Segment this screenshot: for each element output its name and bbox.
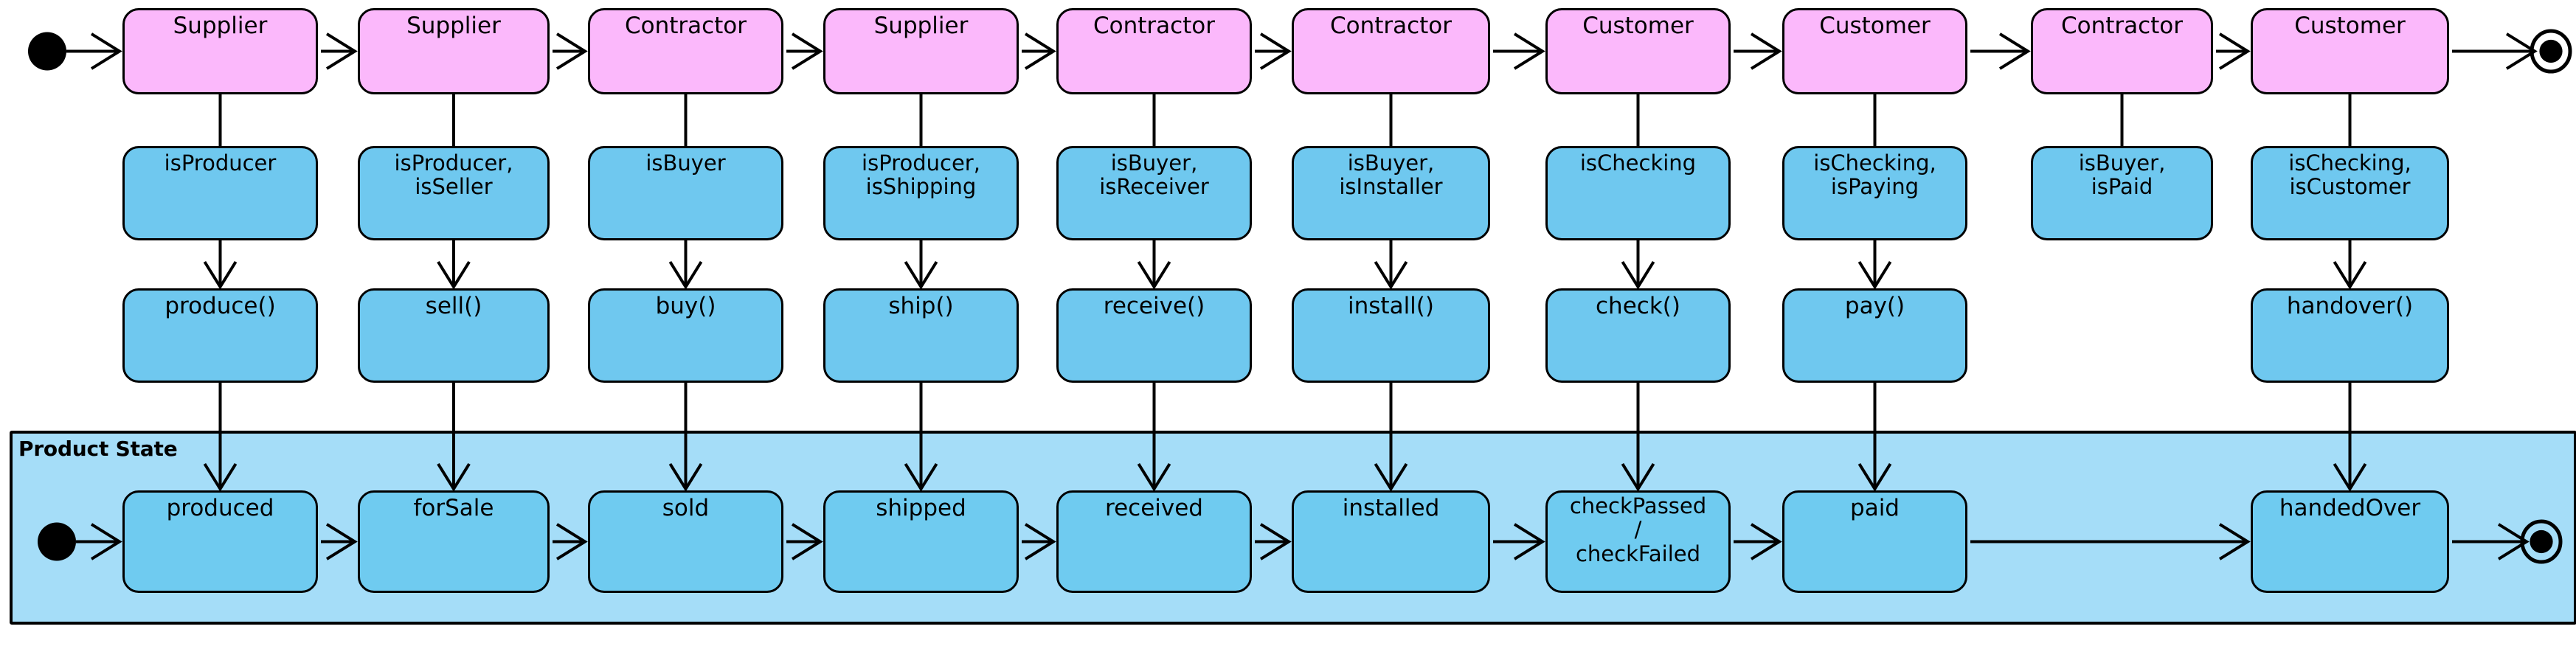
state-node-6[interactable]: installed bbox=[1292, 490, 1490, 593]
method-node-2[interactable]: sell() bbox=[358, 288, 550, 383]
state-node-10[interactable]: handedOver bbox=[2251, 490, 2449, 593]
product-state-label: Product State bbox=[18, 437, 178, 461]
condition-node-7[interactable]: isChecking bbox=[1545, 146, 1731, 240]
state-node-2[interactable]: forSale bbox=[358, 490, 550, 593]
method-node-5[interactable]: receive() bbox=[1056, 288, 1252, 383]
role-node-2[interactable]: Supplier bbox=[358, 8, 550, 94]
condition-node-10[interactable]: isChecking, isCustomer bbox=[2251, 146, 2449, 240]
activity-state-diagram: Product State Supplier isProducer produce(… bbox=[0, 0, 2576, 646]
method-node-1[interactable]: produce() bbox=[122, 288, 318, 383]
method-node-3[interactable]: buy() bbox=[588, 288, 783, 383]
role-node-3[interactable]: Contractor bbox=[588, 8, 783, 94]
method-node-7[interactable]: check() bbox=[1545, 288, 1731, 383]
state-node-4[interactable]: shipped bbox=[823, 490, 1019, 593]
state-node-8[interactable]: paid bbox=[1782, 490, 1967, 593]
state-node-1[interactable]: produced bbox=[122, 490, 318, 593]
state-node-5[interactable]: received bbox=[1056, 490, 1252, 593]
role-node-8[interactable]: Customer bbox=[1782, 8, 1967, 94]
condition-node-5[interactable]: isBuyer, isReceiver bbox=[1056, 146, 1252, 240]
role-node-4[interactable]: Supplier bbox=[823, 8, 1019, 94]
role-node-9[interactable]: Contractor bbox=[2031, 8, 2213, 94]
method-node-6[interactable]: install() bbox=[1292, 288, 1490, 383]
method-node-8[interactable]: pay() bbox=[1782, 288, 1967, 383]
condition-node-1[interactable]: isProducer bbox=[122, 146, 318, 240]
method-node-4[interactable]: ship() bbox=[823, 288, 1019, 383]
role-node-7[interactable]: Customer bbox=[1545, 8, 1731, 94]
condition-node-9[interactable]: isBuyer, isPaid bbox=[2031, 146, 2213, 240]
role-node-1[interactable]: Supplier bbox=[122, 8, 318, 94]
role-node-6[interactable]: Contractor bbox=[1292, 8, 1490, 94]
state-node-7[interactable]: checkPassed / checkFailed bbox=[1545, 490, 1731, 593]
role-node-5[interactable]: Contractor bbox=[1056, 8, 1252, 94]
condition-node-3[interactable]: isBuyer bbox=[588, 146, 783, 240]
role-node-10[interactable]: Customer bbox=[2251, 8, 2449, 94]
condition-node-6[interactable]: isBuyer, isInstaller bbox=[1292, 146, 1490, 240]
condition-node-4[interactable]: isProducer, isShipping bbox=[823, 146, 1019, 240]
condition-node-8[interactable]: isChecking, isPaying bbox=[1782, 146, 1967, 240]
method-node-10[interactable]: handover() bbox=[2251, 288, 2449, 383]
state-node-3[interactable]: sold bbox=[588, 490, 783, 593]
condition-node-2[interactable]: isProducer, isSeller bbox=[358, 146, 550, 240]
